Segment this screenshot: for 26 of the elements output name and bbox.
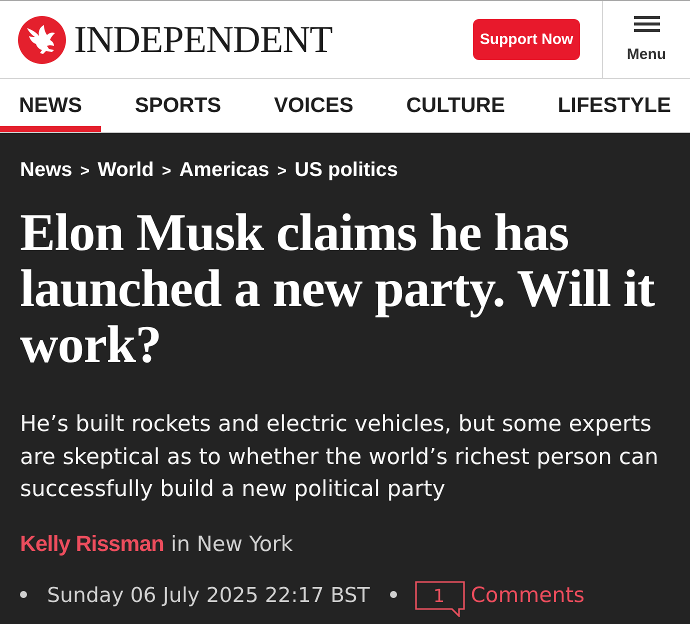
comment-count[interactable]: 1 — [433, 586, 444, 606]
breadcrumb-separator: > — [162, 162, 172, 182]
nav-tab[interactable]: VOICES — [255, 79, 372, 132]
bullet-icon — [390, 591, 397, 598]
article-headline: Elon Musk claims he has launched a new party. Will it work? — [20, 205, 656, 373]
menu-icon — [634, 16, 660, 32]
breadcrumb-separator: > — [277, 162, 287, 182]
author-location: in New York — [170, 530, 293, 558]
nav-tab[interactable]: CULTURE — [387, 79, 524, 132]
breadcrumb-link[interactable]: World — [98, 157, 154, 183]
breadcrumb-separator: > — [80, 162, 90, 182]
breadcrumb-link[interactable]: US politics — [294, 157, 398, 183]
eagle-logo-icon[interactable] — [18, 16, 66, 64]
nav-tab[interactable]: SPORTS — [116, 79, 240, 132]
author-link[interactable]: Kelly Rissman — [20, 528, 164, 558]
publish-date: Sunday 06 July 2025 22:17 BST — [47, 582, 370, 608]
nav-tab[interactable]: NEWS — [0, 79, 101, 132]
comments-link[interactable]: Comments — [470, 580, 585, 610]
speech-bubble-icon[interactable] — [414, 580, 465, 616]
article-standfirst: He’s built rockets and electric vehicles, but some experts are skeptical as to whether the world’s richest person can successfully build a new political party — [20, 411, 660, 504]
nav-tab[interactable]: LIFESTYLE — [538, 79, 690, 132]
support-now-button[interactable]: Support Now — [473, 19, 580, 60]
bullet-icon — [20, 591, 27, 598]
breadcrumb-link[interactable]: News — [20, 157, 72, 183]
wordmark-logo[interactable]: INDEPENDENT — [74, 20, 332, 58]
breadcrumb-link[interactable]: Americas — [179, 157, 270, 183]
